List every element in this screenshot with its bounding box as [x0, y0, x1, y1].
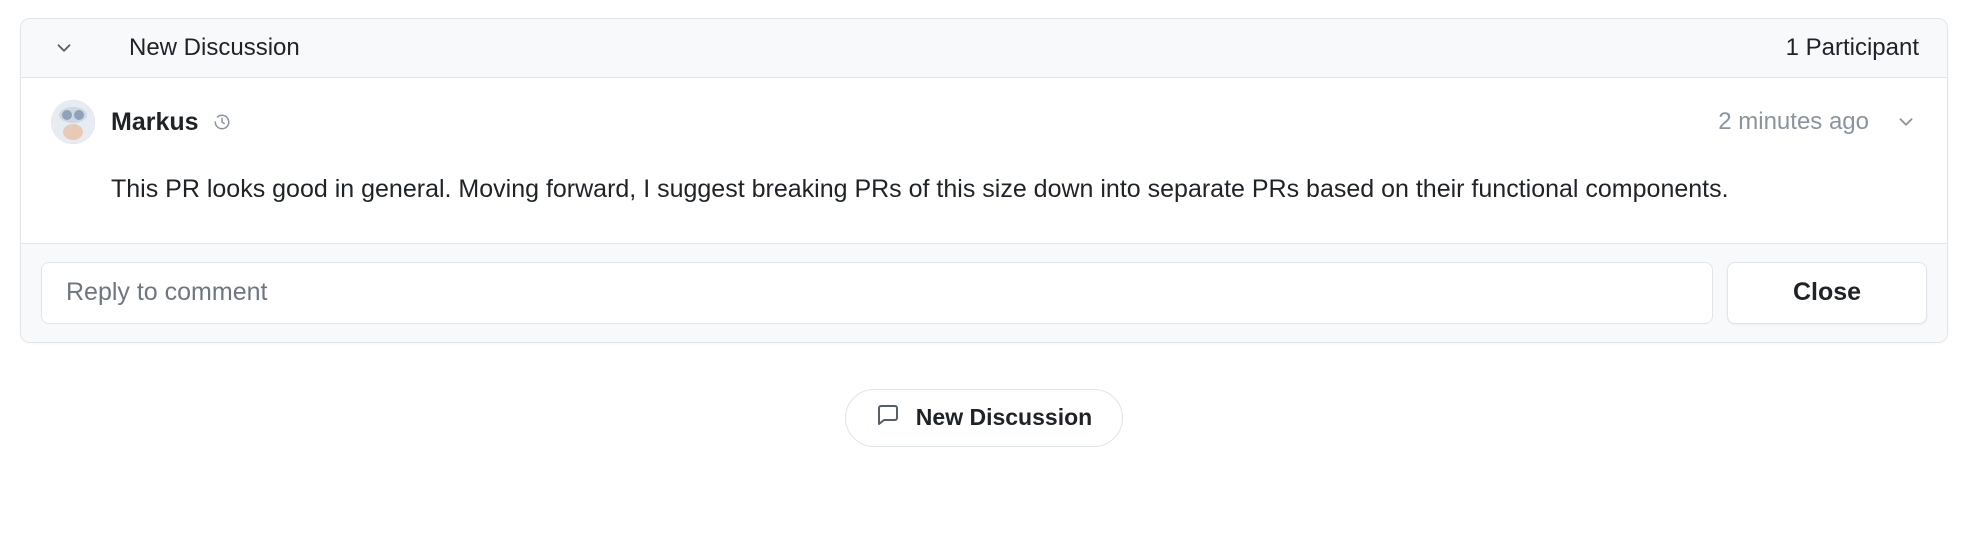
new-discussion-button[interactable]: New Discussion [845, 389, 1123, 447]
comment-icon [876, 403, 900, 433]
avatar[interactable] [51, 100, 95, 144]
discussion-panel: New Discussion 1 Participant [20, 18, 1948, 343]
close-button[interactable]: Close [1727, 262, 1927, 324]
discussion-title: New Discussion [129, 34, 300, 62]
new-discussion-label: New Discussion [916, 404, 1092, 431]
participant-count: 1 Participant [1786, 34, 1919, 62]
chevron-down-icon[interactable] [49, 33, 79, 63]
comment-author[interactable]: Markus [111, 108, 199, 137]
reply-row: Close [21, 244, 1947, 342]
discussion-header: New Discussion 1 Participant [21, 19, 1947, 78]
comment-timestamp: 2 minutes ago [1718, 108, 1869, 136]
chevron-down-icon[interactable] [1895, 111, 1917, 133]
comment-item: Markus 2 minutes ago This PR looks good … [21, 78, 1947, 244]
comment-body: This PR looks good in general. Moving fo… [111, 170, 1917, 209]
history-icon[interactable] [213, 113, 231, 131]
reply-input[interactable] [41, 262, 1713, 324]
comment-header: Markus 2 minutes ago [51, 100, 1917, 144]
